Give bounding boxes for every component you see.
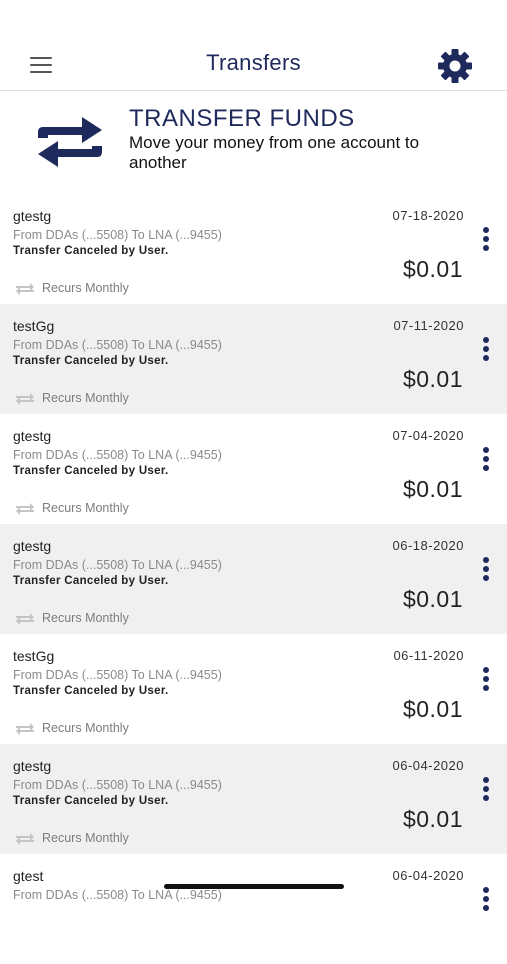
transfer-status: Transfer Canceled by User. <box>13 795 169 807</box>
recurrence-label: Recurs Monthly <box>14 831 129 846</box>
transfer-accounts: From DDAs (...5508) To LNA (...9455) <box>13 338 222 352</box>
recurrence-label: Recurs Monthly <box>14 391 129 406</box>
transfer-accounts: From DDAs (...5508) To LNA (...9455) <box>13 448 222 462</box>
transfer-name: gtestg <box>13 758 52 774</box>
recurrence-text: Recurs Monthly <box>42 391 129 405</box>
gear-icon[interactable] <box>432 48 478 84</box>
page-title: Transfers <box>206 50 301 75</box>
repeat-icon <box>14 831 42 845</box>
more-options-icon[interactable] <box>479 887 493 913</box>
transfer-date: 07-11-2020 <box>393 318 464 333</box>
transfer-status: Transfer Canceled by User. <box>13 575 169 587</box>
transfer-row[interactable]: gtest 06-04-2020 From DDAs (...5508) To LN… <box>0 854 507 964</box>
transfer-row[interactable]: testGg 06-11-2020 From DDAs (...5508) To L… <box>0 634 507 744</box>
transfer-status: Transfer Canceled by User. <box>13 245 169 257</box>
app-header: Transfers <box>0 40 507 91</box>
recurrence-text: Recurs Monthly <box>42 721 129 735</box>
transfer-arrows-icon <box>32 108 108 181</box>
more-options-icon[interactable] <box>479 447 493 473</box>
transfer-date: 06-04-2020 <box>392 868 464 883</box>
recurrence-text: Recurs Monthly <box>42 501 129 515</box>
transfer-name: gtestg <box>13 208 52 224</box>
transfer-row[interactable]: gtestg 06-18-2020 From DDAs (...5508) To L… <box>0 524 507 634</box>
repeat-icon <box>14 501 42 515</box>
transfer-accounts: From DDAs (...5508) To LNA (...9455) <box>13 228 222 242</box>
repeat-icon <box>14 611 42 625</box>
repeat-icon <box>14 391 42 405</box>
transfer-date: 06-18-2020 <box>392 538 464 553</box>
banner-title: TRANSFER FUNDS <box>129 105 355 132</box>
recurrence-text: Recurs Monthly <box>42 831 129 845</box>
transfer-amount: $0.01 <box>402 366 463 392</box>
recurrence-label: Recurs Monthly <box>14 611 129 626</box>
transfer-status: Transfer Canceled by User. <box>13 685 169 697</box>
transfer-row[interactable]: gtestg 07-18-2020 From DDAs (...5508) To L… <box>0 194 507 304</box>
transfer-accounts: From DDAs (...5508) To LNA (...9455) <box>13 558 222 572</box>
transfer-name: gtest <box>13 868 44 884</box>
transfer-amount: $0.01 <box>402 256 463 282</box>
transfer-name: gtestg <box>13 428 52 444</box>
transfer-accounts: From DDAs (...5508) To LNA (...9455) <box>13 668 222 682</box>
transfer-name: testGg <box>13 648 55 664</box>
transfer-list: gtestg 07-18-2020 From DDAs (...5508) To L… <box>0 194 507 964</box>
recurrence-label: Recurs Monthly <box>14 281 129 296</box>
recurrence-label: Recurs Monthly <box>14 721 129 736</box>
transfer-date: 07-04-2020 <box>392 428 464 443</box>
transfer-status: Transfer Canceled by User. <box>13 355 169 367</box>
recurrence-text: Recurs Monthly <box>42 611 129 625</box>
transfer-date: 07-18-2020 <box>392 208 464 223</box>
transfer-amount: $0.01 <box>402 476 463 502</box>
home-indicator <box>164 884 344 889</box>
more-options-icon[interactable] <box>479 667 493 693</box>
transfer-status: Transfer Canceled by User. <box>13 465 169 477</box>
more-options-icon[interactable] <box>479 557 493 583</box>
transfer-name: gtestg <box>13 538 52 554</box>
transfer-name: testGg <box>13 318 55 334</box>
transfer-date: 06-11-2020 <box>393 648 464 663</box>
repeat-icon <box>14 721 42 735</box>
transfer-amount: $0.01 <box>402 806 463 832</box>
repeat-icon <box>14 281 42 295</box>
more-options-icon[interactable] <box>479 777 493 803</box>
transfer-row[interactable]: gtestg 07-04-2020 From DDAs (...5508) To L… <box>0 414 507 524</box>
transfer-funds-banner: TRANSFER FUNDS Move your money from one … <box>0 91 507 193</box>
more-options-icon[interactable] <box>479 337 493 363</box>
recurrence-text: Recurs Monthly <box>42 281 129 295</box>
recurrence-label: Recurs Monthly <box>14 501 129 516</box>
transfer-date: 06-04-2020 <box>392 758 464 773</box>
transfer-row[interactable]: gtestg 06-04-2020 From DDAs (...5508) To L… <box>0 744 507 854</box>
more-options-icon[interactable] <box>479 227 493 253</box>
transfer-amount: $0.01 <box>402 586 463 612</box>
banner-subtitle: Move your money from one account to anot… <box>129 133 420 172</box>
transfer-accounts: From DDAs (...5508) To LNA (...9455) <box>13 778 222 792</box>
transfer-amount: $0.01 <box>402 696 463 722</box>
transfer-row[interactable]: testGg 07-11-2020 From DDAs (...5508) To L… <box>0 304 507 414</box>
